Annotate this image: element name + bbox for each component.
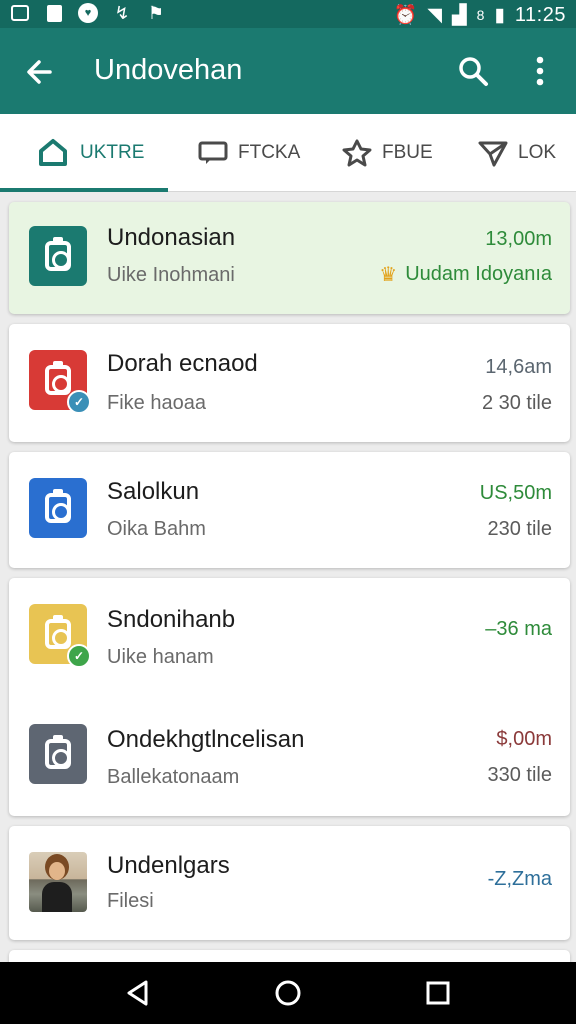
signal-icon: ▟	[452, 4, 467, 26]
status-time: 11:25	[514, 3, 566, 26]
item-amount: -Z,Zma	[487, 868, 552, 890]
list-item[interactable]: ✓ Dorah ecnaod Fike haoaa 14,6am 2 30 ti…	[9, 324, 570, 442]
battery-icon: ▮	[494, 4, 505, 26]
item-name: Ondekhgtlncelisan	[107, 726, 305, 753]
file-icon	[44, 4, 64, 22]
page-title: Undovehan	[94, 54, 243, 86]
check-badge-icon: ✓	[67, 644, 91, 668]
list-item[interactable]: Undonasian Uike Inohmani 13,00m ♛ Uudam …	[9, 202, 570, 314]
item-subtitle: Oika Bahm	[107, 518, 206, 540]
item-subtitle: Fike haoaa	[107, 392, 206, 414]
item-subtitle: Uike hanam	[107, 646, 214, 668]
tab-label: LOK	[518, 142, 557, 163]
item-amount: US,50m	[479, 482, 552, 504]
item-amount: 14,6am	[485, 356, 552, 378]
item-name: Dorah ecnaod	[107, 350, 258, 377]
item-subtitle: Uike Inohmani	[107, 264, 235, 286]
app-bar: Undovehan	[0, 28, 576, 114]
flag-icon: ⚑	[147, 2, 165, 23]
item-amount: –36 ma	[485, 618, 552, 640]
item-name: Undenlgars	[107, 852, 230, 879]
tab-label: FTCKA	[238, 142, 301, 163]
send-icon	[478, 141, 508, 167]
list-group: ✓ Sndonihanb Uike hanam –36 ma Ondekhgtl…	[9, 578, 570, 816]
alarm-icon: ⏰	[393, 5, 418, 26]
item-name: Salolkun	[107, 478, 200, 505]
search-icon[interactable]	[456, 54, 490, 88]
home-nav-icon[interactable]	[274, 979, 302, 1007]
recents-nav-icon[interactable]	[424, 979, 452, 1007]
home-icon	[39, 139, 67, 166]
status-right-icons: ⏰ ◥ ▟ 8 ▮ 11:25	[394, 3, 566, 27]
item-meta: 330 tile	[487, 764, 553, 786]
item-meta-text: Uudam Idoyanıa	[405, 263, 552, 285]
tab-send[interactable]: LOK	[478, 114, 556, 192]
tab-label: FBUE	[382, 142, 433, 163]
item-meta: 230 tile	[487, 518, 553, 540]
back-nav-icon[interactable]	[124, 979, 152, 1007]
chat-icon	[198, 141, 228, 164]
star-icon	[342, 139, 372, 167]
gallery-icon	[10, 4, 30, 22]
status-left-icons: ♥ ↯ ⚑	[10, 2, 166, 23]
status-bar: ♥ ↯ ⚑ ⏰ ◥ ▟ 8 ▮ 11:25	[0, 0, 576, 28]
tab-chat[interactable]: FTCKA	[198, 114, 300, 192]
tab-home[interactable]: UKTRE	[36, 114, 144, 192]
item-subtitle: Ballekatonaam	[107, 766, 240, 788]
item-name: Sndonihanb	[107, 606, 236, 633]
award-icon: ♛	[379, 264, 398, 286]
item-subtitle: Filesi	[107, 890, 154, 912]
battery-label: 8	[476, 7, 485, 23]
clipboard-icon	[29, 478, 87, 538]
tab-star[interactable]: FBUE	[342, 114, 433, 192]
headset-icon: ♥	[78, 3, 98, 23]
run-icon: ↯	[114, 2, 130, 23]
item-amount: 13,00m	[485, 228, 552, 250]
tab-bar: UKTRE FTCKA FBUE LOK	[0, 114, 576, 192]
list-item[interactable]: Salolkun Oika Bahm US,50m 230 tile	[9, 452, 570, 568]
clipboard-icon	[29, 226, 87, 286]
clipboard-icon	[29, 724, 87, 784]
item-amount: $,00m	[496, 728, 552, 750]
active-tab-indicator	[0, 188, 168, 192]
item-meta: 2 30 tile	[481, 392, 552, 414]
tab-label: UKTRE	[80, 142, 145, 163]
item-meta: ♛ Uudam Idoyanıa	[379, 262, 552, 287]
item-name: Undonasian	[107, 224, 236, 251]
wifi-icon: ◥	[427, 4, 443, 26]
system-navigation-bar	[0, 962, 576, 1024]
avatar	[29, 852, 87, 912]
list-item[interactable]: Undenlgars Filesi -Z,Zma	[9, 826, 570, 940]
back-arrow-icon[interactable]	[22, 54, 58, 90]
more-options-icon[interactable]	[528, 54, 552, 88]
check-badge-icon: ✓	[67, 390, 91, 414]
